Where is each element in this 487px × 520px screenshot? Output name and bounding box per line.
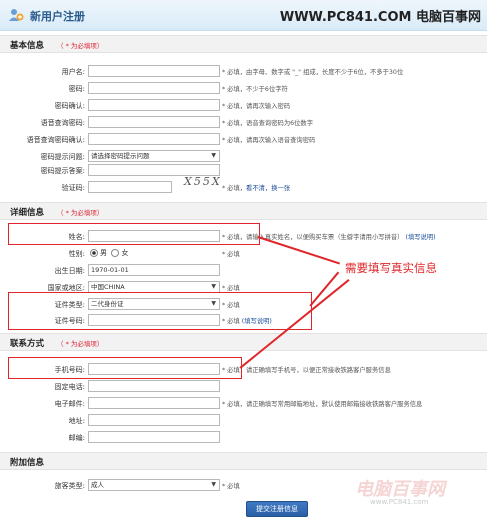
field-label: 电子邮件: [54, 400, 85, 408]
gender-options: 男 女 [90, 248, 128, 258]
field-label: 用户名: [61, 68, 85, 76]
form-row-password: 密码: * 必填，不少于6位字符 [0, 81, 487, 95]
male-label: 男 [100, 249, 107, 257]
field-hint: * 必填，由字母、数字或 "_" 组成，长度不少于6位，不多于30位 [222, 69, 404, 76]
page-header: 新用户注册 WWW.PC841.COM 电脑百事网 [0, 0, 487, 31]
field-label: 语音查询密码确认: [26, 136, 85, 144]
field-hint: * 必填，请再次输入密码 [222, 103, 291, 110]
annotation-box-id [8, 292, 312, 330]
form-row-voice-password: 语音查询密码: * 必填，语音查询密码为6位数字 [0, 115, 487, 129]
female-radio[interactable] [111, 249, 120, 257]
username-input[interactable] [88, 65, 220, 77]
annotation-box-name [8, 223, 260, 245]
field-label: 密码确认: [54, 102, 85, 110]
section-title: 基本信息 [10, 41, 45, 51]
section-title: 详细信息 [10, 208, 45, 218]
field-hint: * 必填 [222, 251, 240, 258]
email-input[interactable] [88, 397, 220, 409]
phone-input[interactable] [88, 380, 220, 392]
submit-registration-button[interactable]: 提交注册信息 [246, 501, 308, 517]
site-domain: WWW.PC841.COM [279, 10, 412, 25]
new-user-icon [9, 9, 24, 21]
field-label: 密码: [68, 85, 85, 93]
field-hint: * 必填，语音查询密码为6位数字 [222, 120, 314, 127]
page-title: 新用户注册 [30, 10, 85, 23]
section-basic-info: 基本信息 （ * 为必填项） [0, 35, 487, 53]
voice-password-confirm-input[interactable] [88, 133, 220, 145]
required-note: （ * 为必填项） [57, 340, 104, 348]
captcha-hint: * 必填，看不清，换一张 [222, 183, 290, 192]
field-hint: * 必填，请再次输入语音查询密码 [222, 137, 316, 144]
form-row-email: 电子邮件: * 必填，请正确填写常用邮箱地址，默认使用邮箱接收铁路客户服务信息 [0, 396, 487, 410]
form-row-username: 用户名: * 必填，由字母、数字或 "_" 组成，长度不少于6位，不多于30位 [0, 64, 487, 78]
password-question-select[interactable]: 请选择密码提示问题 ▼ [88, 150, 220, 162]
form-row-voice-password-confirm: 语音查询密码确认: * 必填，请再次输入语音查询密码 [0, 132, 487, 146]
required-note: （ * 为必填项） [57, 42, 104, 50]
address-input[interactable] [88, 414, 220, 426]
form-row-phone: 固定电话: [0, 379, 487, 393]
form-row-captcha: 验证码: * 必填，看不清，换一张 [0, 180, 487, 194]
required-note: （ * 为必填项） [57, 209, 104, 217]
select-value: 中国CHINA [91, 283, 125, 291]
field-label: 验证码: [61, 184, 85, 192]
select-value: 请选择密码提示问题 [91, 152, 150, 160]
select-value: 成人 [91, 481, 104, 489]
watermark-url: www.PC841.com [370, 498, 429, 506]
chevron-down-icon: ▼ [211, 481, 216, 488]
chevron-down-icon: ▼ [211, 152, 216, 159]
birthdate-input[interactable]: 1970-01-01 [88, 264, 220, 276]
field-label: 密码提示问题: [40, 153, 85, 161]
section-title: 附加信息 [10, 458, 45, 468]
field-hint: * 必填 [222, 285, 240, 292]
field-label: 性别: [68, 250, 85, 258]
passenger-type-select[interactable]: 成人 ▼ [88, 479, 220, 491]
section-extra-info: 附加信息 [0, 452, 487, 470]
form-row-password-confirm: 密码确认: * 必填，请再次输入密码 [0, 98, 487, 112]
field-label: 出生日期: [54, 267, 85, 275]
form-row-postcode: 邮编: [0, 430, 487, 444]
field-label: 固定电话: [54, 383, 85, 391]
field-hint: * 必填，不少于6位字符 [222, 86, 288, 93]
form-row-gender: 性别: 男 女 * 必填 [0, 246, 487, 260]
section-title: 联系方式 [10, 339, 45, 349]
field-hint: * 必填，请正确填写常用邮箱地址，默认使用邮箱接收铁路客户服务信息 [222, 401, 423, 408]
captcha-image: X55X [184, 175, 222, 188]
chevron-down-icon: ▼ [211, 283, 216, 290]
section-contact-info: 联系方式 （ * 为必填项） [0, 333, 487, 351]
male-radio[interactable] [90, 249, 98, 257]
captcha-input[interactable] [88, 181, 172, 193]
annotation-box-mobile [8, 357, 242, 379]
field-label: 旅客类型: [54, 482, 85, 490]
field-label: 密码提示答案: [40, 167, 85, 175]
postcode-input[interactable] [88, 431, 220, 443]
captcha-hint-text: * 必填， [222, 185, 247, 192]
site-name: 电脑百事网 [415, 10, 481, 25]
password-confirm-input[interactable] [88, 99, 220, 111]
field-label: 地址: [68, 417, 85, 425]
field-label: 语音查询密码: [40, 119, 85, 127]
password-input[interactable] [88, 82, 220, 94]
fill-help-link[interactable]: (填写说明) [405, 234, 435, 241]
field-hint: * 必填，请正确填写手机号，以便正常接收铁路客户服务信息 [222, 367, 391, 374]
annotation-callout: 需要填写真实信息 [345, 261, 437, 275]
refresh-captcha-link[interactable]: 看不清，换一张 [246, 185, 290, 192]
site-brand: WWW.PC841.COM 电脑百事网 [280, 6, 481, 25]
field-hint: * 必填 [222, 483, 240, 490]
form-row-address: 地址: [0, 413, 487, 427]
field-label: 邮编: [68, 434, 85, 442]
voice-password-input[interactable] [88, 116, 220, 128]
form-row-password-answer: 密码提示答案: [0, 163, 487, 177]
female-label: 女 [121, 249, 129, 257]
section-detail-info: 详细信息 （ * 为必填项） [0, 202, 487, 220]
form-row-password-question: 密码提示问题: 请选择密码提示问题 ▼ [0, 149, 487, 163]
